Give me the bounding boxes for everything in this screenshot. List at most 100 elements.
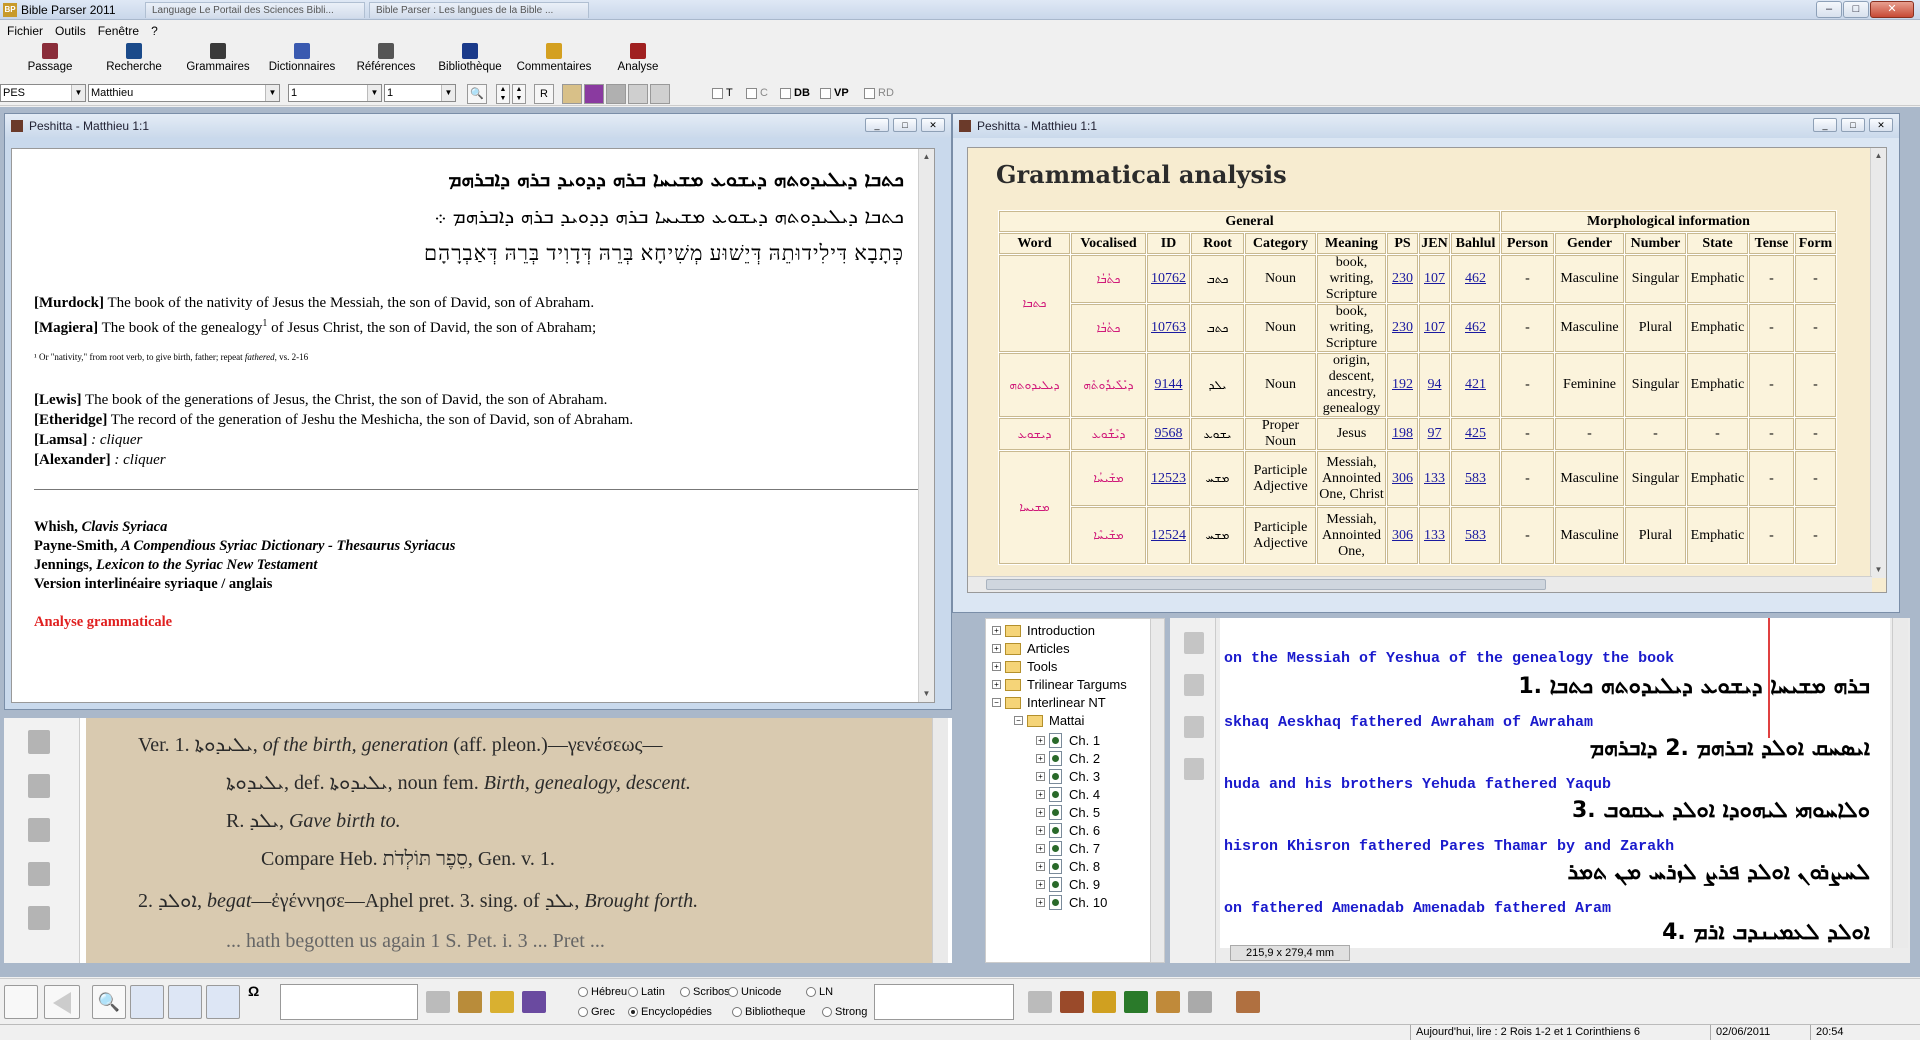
option-db[interactable]: DB: [780, 87, 810, 99]
menu-fichier[interactable]: Fichier: [7, 24, 43, 38]
link-jen[interactable]: 107: [1424, 320, 1445, 335]
expand-icon[interactable]: −: [1014, 716, 1023, 725]
grammar-tool-icon[interactable]: [458, 991, 482, 1013]
window-maximize-button[interactable]: □: [893, 118, 917, 132]
radio-circle-icon[interactable]: [628, 987, 638, 997]
bookmark-icon[interactable]: [28, 774, 50, 798]
link-id[interactable]: 10762: [1151, 271, 1186, 286]
expand-icon[interactable]: −: [992, 698, 1001, 707]
prev-next-spinner[interactable]: ▲ ▼: [496, 84, 510, 104]
toolbar-dictionnaires-button[interactable]: Dictionnaires: [260, 40, 344, 80]
home-button[interactable]: [4, 985, 38, 1019]
taskbar-tab-2[interactable]: Bible Parser : Les langues de la Bible .…: [369, 1, 589, 18]
radio-circle-icon[interactable]: [732, 1007, 742, 1017]
scroll-down-icon[interactable]: ▼: [1871, 562, 1886, 578]
expand-icon[interactable]: +: [1036, 754, 1045, 763]
link-id[interactable]: 10763: [1151, 320, 1186, 335]
toolbar-commentaires-button[interactable]: Commentaires: [512, 40, 596, 80]
pages-icon[interactable]: [1184, 674, 1204, 696]
layout-rows-button[interactable]: [168, 985, 202, 1019]
pages-icon[interactable]: [28, 730, 50, 754]
menu-help[interactable]: ?: [151, 24, 158, 38]
chart-tool-icon[interactable]: [522, 991, 546, 1013]
verse-spinner[interactable]: ▲ ▼: [512, 84, 526, 104]
link-ps[interactable]: 306: [1392, 471, 1413, 486]
window-close-button[interactable]: ✕: [1869, 118, 1893, 132]
tree-folder-mattai[interactable]: − Mattai: [1014, 713, 1084, 728]
radio-circle-icon[interactable]: [578, 987, 588, 997]
alexander-tag[interactable]: [Alexander]: [34, 452, 111, 468]
archive-icon[interactable]: [1156, 991, 1180, 1013]
ref-payne-smith[interactable]: Payne-Smith, A Compendious Syriac Dictio…: [34, 538, 455, 555]
option-vp[interactable]: VP: [820, 87, 849, 99]
text-vertical-scrollbar[interactable]: ▲ ▼: [918, 149, 934, 702]
link-bah[interactable]: 583: [1465, 471, 1486, 486]
link-jen[interactable]: 133: [1424, 528, 1445, 543]
tree-folder-introduction[interactable]: + Introduction: [992, 623, 1095, 638]
window-close-button[interactable]: ✕: [921, 118, 945, 132]
analysis-horizontal-scrollbar[interactable]: [968, 576, 1872, 592]
dictionary-tool-icon[interactable]: [490, 991, 514, 1013]
alexander-link[interactable]: : cliquer: [111, 452, 165, 468]
pdf-vertical-scrollbar[interactable]: [932, 718, 948, 963]
radio-circle-icon[interactable]: [806, 987, 816, 997]
layers-icon[interactable]: [28, 862, 50, 886]
zoom-button[interactable]: 🔍: [92, 985, 126, 1019]
option-rd[interactable]: RD: [864, 87, 894, 99]
taskbar-tab-1[interactable]: Language Le Portail des Sciences Bibli..…: [145, 1, 365, 18]
scroll-up-icon[interactable]: ▲: [919, 149, 934, 165]
tree-chapter[interactable]: + Ch. 3: [1036, 769, 1100, 784]
layout-windows-button[interactable]: [206, 985, 240, 1019]
expand-icon[interactable]: +: [1036, 862, 1045, 871]
search-icon[interactable]: [426, 991, 450, 1013]
close-button[interactable]: ✕: [1870, 1, 1914, 18]
analyse-grammaticale-link[interactable]: Analyse grammaticale: [34, 614, 172, 631]
maximize-button[interactable]: □: [1843, 1, 1869, 18]
tree-folder-interlinearnt[interactable]: − Interlinear NT: [992, 695, 1106, 710]
radio-hbreu[interactable]: Hébreu: [578, 986, 627, 998]
link-bah[interactable]: 425: [1465, 426, 1486, 441]
library-search-input[interactable]: [874, 984, 1014, 1020]
expand-icon[interactable]: +: [1036, 772, 1045, 781]
tree-folder-tools[interactable]: + Tools: [992, 659, 1057, 674]
book-select[interactable]: Matthieu ▼: [88, 84, 280, 102]
toolbar-rfrences-button[interactable]: Références: [344, 40, 428, 80]
lexicon-search-input[interactable]: [280, 984, 418, 1020]
tree-chapter[interactable]: + Ch. 4: [1036, 787, 1100, 802]
link-id[interactable]: 9568: [1155, 426, 1183, 441]
expand-icon[interactable]: +: [992, 680, 1001, 689]
expand-icon[interactable]: +: [1036, 826, 1045, 835]
toolbar-bibliothque-button[interactable]: Bibliothèque: [428, 40, 512, 80]
attachment-icon[interactable]: [1184, 716, 1204, 738]
omega-icon[interactable]: Ω: [248, 983, 259, 999]
toolbar-grammaires-button[interactable]: Grammaires: [176, 40, 260, 80]
murdock-tag[interactable]: [Murdock]: [34, 295, 104, 311]
book-tool-button-1[interactable]: [562, 84, 582, 104]
tree-chapter[interactable]: + Ch. 10: [1036, 895, 1107, 910]
expand-icon[interactable]: +: [992, 644, 1001, 653]
etheridge-tag[interactable]: [Etheridge]: [34, 412, 107, 428]
radio-circle-icon[interactable]: [822, 1007, 832, 1017]
window-maximize-button[interactable]: □: [1841, 118, 1865, 132]
link-ps[interactable]: 306: [1392, 528, 1413, 543]
tree-chapter[interactable]: + Ch. 7: [1036, 841, 1100, 856]
link-bah[interactable]: 583: [1465, 528, 1486, 543]
radio-latin[interactable]: Latin: [628, 986, 665, 998]
lock-icon[interactable]: [1184, 632, 1204, 654]
binoculars-icon[interactable]: [28, 906, 50, 930]
search-icon[interactable]: [1028, 991, 1052, 1013]
expand-icon[interactable]: +: [1036, 844, 1045, 853]
expand-icon[interactable]: +: [1036, 808, 1045, 817]
tools-button[interactable]: [606, 84, 626, 104]
expand-icon[interactable]: +: [1036, 880, 1045, 889]
ref-interlinear-version[interactable]: Version interlinéaire syriaque / anglais: [34, 576, 272, 593]
expand-icon[interactable]: +: [992, 626, 1001, 635]
version-select[interactable]: PES ▼: [0, 84, 86, 102]
ref-jennings[interactable]: Jennings, Lexicon to the Syriac New Test…: [34, 557, 317, 574]
radio-circle-icon[interactable]: [680, 987, 690, 997]
toolbar-recherche-button[interactable]: Recherche: [92, 40, 176, 80]
window-minimize-button[interactable]: _: [1813, 118, 1837, 132]
tree-chapter[interactable]: + Ch. 5: [1036, 805, 1100, 820]
notes-icon[interactable]: [1236, 991, 1260, 1013]
tree-vertical-scrollbar[interactable]: [1150, 619, 1164, 962]
